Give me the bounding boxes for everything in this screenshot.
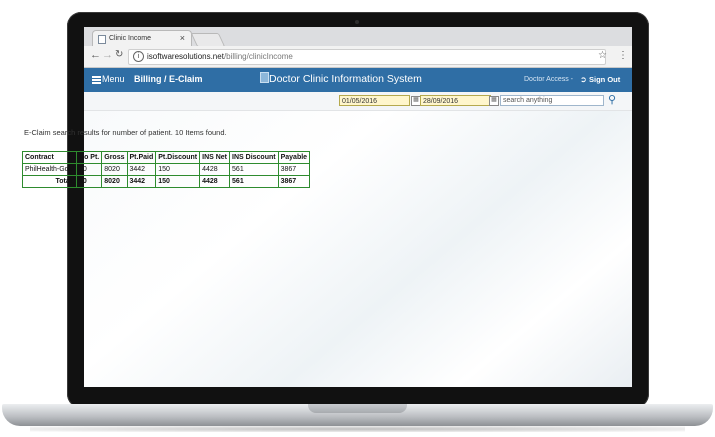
info-icon[interactable]: i xyxy=(133,51,144,62)
url-text[interactable]: isoftwaresolutions.net/billing/clinicInc… xyxy=(147,52,293,61)
reload-icon[interactable]: ↻ xyxy=(115,49,123,60)
address-bar[interactable]: i isoftwaresolutions.net/billing/clinicI… xyxy=(128,49,606,65)
column-header: Pt.Paid xyxy=(126,151,157,164)
table-cell: 150 xyxy=(155,163,201,176)
table-cell: 150 xyxy=(155,175,201,188)
search-bar: 01/05/2016 ▦ 28/09/2016 ▦ search anythin… xyxy=(84,92,632,111)
webcam xyxy=(355,20,359,24)
tab-title: Clinic Income xyxy=(109,35,152,42)
back-icon[interactable]: ← xyxy=(90,49,101,61)
column-header: Payable xyxy=(277,151,311,164)
forward-icon[interactable]: → xyxy=(102,49,113,61)
sign-out-link[interactable]: Sign Out xyxy=(589,75,620,84)
page-icon xyxy=(98,35,106,44)
document-icon xyxy=(260,72,269,83)
results-table: Contract No Pt. Gross Pt.Paid Pt.Discoun… xyxy=(21,151,311,188)
column-header: No Pt. xyxy=(76,151,103,164)
column-header: Contract xyxy=(21,151,78,164)
screen: Clinic Income × ← → ↻ i isoftwaresolutio… xyxy=(84,27,632,387)
date-from-field[interactable]: 01/05/2016 xyxy=(339,95,410,106)
table-row[interactable]: PhilHealth-Gold 10 8020 3442 150 4428 56… xyxy=(21,163,311,176)
sign-out-icon[interactable]: ➲ xyxy=(580,75,587,84)
table-cell: 4428 xyxy=(199,163,231,176)
browser-tab-strip: Clinic Income × xyxy=(84,27,632,47)
table-cell: 4428 xyxy=(199,175,231,188)
app-header: Menu Billing / E-Claim Doctor Clinic Inf… xyxy=(84,68,632,92)
laptop-shadow xyxy=(30,426,685,432)
results-message: E-Claim search results for number of pat… xyxy=(24,128,227,137)
column-header: INS Discount xyxy=(229,151,279,164)
table-cell: 10 xyxy=(76,163,103,176)
table-cell: 3867 xyxy=(277,163,311,176)
table-header-row: Contract No Pt. Gross Pt.Paid Pt.Discoun… xyxy=(21,151,311,164)
calendar-icon[interactable]: ▦ xyxy=(489,96,499,106)
column-header: INS Net xyxy=(199,151,231,164)
date-to-field[interactable]: 28/09/2016 xyxy=(420,95,491,106)
new-tab-button[interactable] xyxy=(190,33,226,47)
table-cell: 561 xyxy=(229,175,279,188)
bookmark-star-icon[interactable]: ☆ xyxy=(598,50,607,61)
table-cell: 8020 xyxy=(101,163,128,176)
laptop-notch xyxy=(308,404,407,413)
search-icon[interactable]: ⚲ xyxy=(608,93,616,106)
table-cell: Total: xyxy=(21,175,78,188)
table-cell: PhilHealth-Gold xyxy=(21,163,78,176)
table-cell: 3867 xyxy=(277,175,311,188)
app-title: Doctor Clinic Information System xyxy=(269,73,422,85)
hamburger-icon[interactable] xyxy=(92,76,101,84)
close-tab-icon[interactable]: × xyxy=(180,33,185,43)
menu-dots-icon[interactable]: ⋮ xyxy=(618,50,628,61)
table-cell: 8020 xyxy=(101,175,128,188)
search-input[interactable]: search anything xyxy=(500,95,604,106)
breadcrumb: Billing / E-Claim xyxy=(134,74,203,84)
access-level: Doctor Access - xyxy=(524,76,574,83)
browser-toolbar: ← → ↻ i isoftwaresolutions.net/billing/c… xyxy=(84,46,632,68)
menu-button[interactable]: Menu xyxy=(102,74,125,84)
browser-tab[interactable]: Clinic Income × xyxy=(92,30,192,47)
table-cell: 3442 xyxy=(126,163,157,176)
table-cell: 3442 xyxy=(126,175,157,188)
total-row: Total: 10 8020 3442 150 4428 561 3867 xyxy=(21,175,311,188)
column-header: Pt.Discount xyxy=(155,151,201,164)
column-header: Gross xyxy=(101,151,128,164)
table-cell: 561 xyxy=(229,163,279,176)
table-cell: 10 xyxy=(76,175,103,188)
